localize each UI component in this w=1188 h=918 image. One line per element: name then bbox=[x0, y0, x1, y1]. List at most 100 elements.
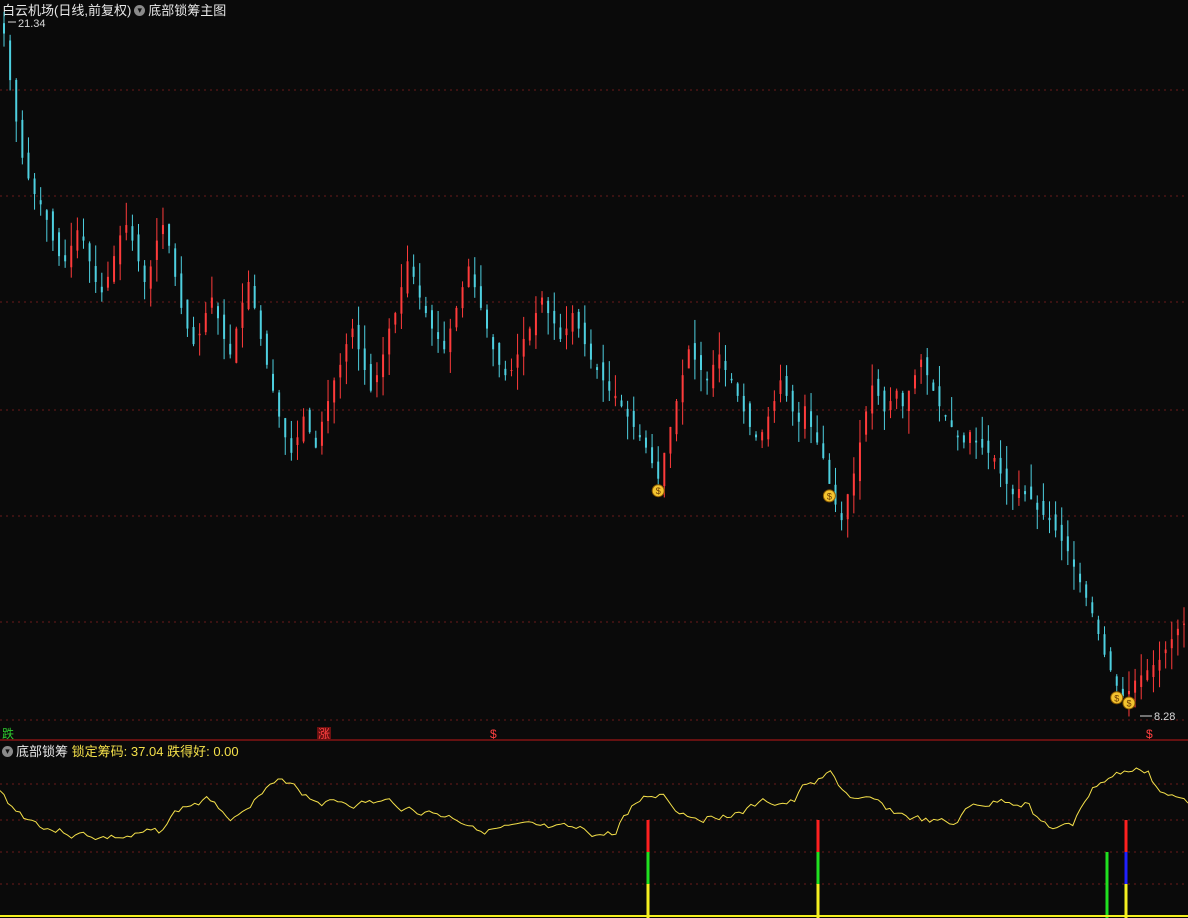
candle-body bbox=[296, 437, 299, 446]
signal-0: 跌 bbox=[2, 726, 14, 741]
candle-body bbox=[1017, 489, 1020, 498]
candle-body bbox=[21, 119, 24, 158]
candle-body bbox=[816, 432, 819, 443]
candle-body bbox=[284, 418, 287, 438]
candle-body bbox=[675, 401, 678, 435]
candle-body bbox=[1005, 468, 1008, 484]
candle-body bbox=[1140, 675, 1143, 687]
candle-body bbox=[1030, 486, 1033, 500]
candle-body bbox=[565, 328, 568, 336]
candle-body bbox=[822, 443, 825, 458]
money-bag-icon: $ bbox=[827, 491, 832, 501]
candle-body bbox=[461, 287, 464, 309]
candle-body bbox=[926, 357, 929, 376]
signal-bar bbox=[816, 852, 820, 884]
candle-body bbox=[1097, 619, 1100, 634]
candle-body bbox=[1170, 639, 1173, 649]
candle-body bbox=[39, 200, 42, 205]
signal-bar bbox=[816, 884, 820, 918]
candle-body bbox=[339, 364, 342, 378]
candle-body bbox=[443, 340, 446, 350]
candle-body bbox=[418, 285, 421, 298]
candle-body bbox=[791, 390, 794, 412]
candle-body bbox=[999, 457, 1002, 474]
candle-body bbox=[810, 411, 813, 427]
candle-body bbox=[1048, 517, 1051, 521]
candle-body bbox=[852, 473, 855, 496]
signal-bar bbox=[646, 852, 650, 884]
price-label-high: 21.34 bbox=[18, 18, 46, 30]
candle-body bbox=[1060, 524, 1063, 541]
candle-body bbox=[223, 314, 226, 339]
candle-body bbox=[944, 415, 947, 417]
candle-body bbox=[186, 299, 189, 329]
candle-body bbox=[290, 438, 293, 453]
candle-body bbox=[571, 313, 574, 332]
candle-body bbox=[583, 322, 586, 345]
candle-body bbox=[247, 282, 250, 310]
candle-body bbox=[846, 494, 849, 520]
candle-body bbox=[1103, 634, 1106, 655]
candle-body bbox=[962, 435, 965, 443]
candle-body bbox=[363, 348, 366, 370]
candle-body bbox=[871, 385, 874, 414]
candle-body bbox=[779, 380, 782, 394]
candle-body bbox=[981, 438, 984, 448]
candle-body bbox=[27, 152, 30, 179]
candle-body bbox=[174, 248, 177, 277]
candle-body bbox=[1091, 602, 1094, 614]
candle-body bbox=[510, 370, 513, 371]
candle-body bbox=[803, 406, 806, 429]
candle-body bbox=[155, 240, 158, 260]
candle-body bbox=[1036, 502, 1039, 510]
candle-body bbox=[742, 395, 745, 412]
signal-bar bbox=[646, 884, 650, 918]
candle-body bbox=[1158, 659, 1161, 671]
candle-body bbox=[516, 354, 519, 368]
money-bag-icon: $ bbox=[651, 484, 665, 498]
candles bbox=[3, 11, 1185, 717]
candle-body bbox=[51, 211, 54, 241]
candle-body bbox=[913, 375, 916, 389]
candle-body bbox=[192, 327, 195, 345]
candle-body bbox=[204, 313, 207, 333]
money-bag-icon: $ bbox=[1126, 698, 1131, 708]
candle-body bbox=[889, 401, 892, 411]
candle-body bbox=[1127, 690, 1130, 695]
candle-body bbox=[70, 245, 73, 268]
candle-body bbox=[1011, 488, 1014, 495]
candle-body bbox=[522, 338, 525, 357]
candle-body bbox=[382, 354, 385, 378]
candle-body bbox=[94, 266, 97, 282]
candle-body bbox=[901, 392, 904, 407]
money-bag-icon: $ bbox=[1110, 691, 1124, 705]
candle-body bbox=[394, 313, 397, 325]
candle-body bbox=[644, 437, 647, 448]
candle-body bbox=[1183, 623, 1185, 625]
candle-body bbox=[131, 226, 134, 241]
candle-body bbox=[687, 349, 690, 369]
candle-body bbox=[1146, 670, 1149, 680]
candle-body bbox=[357, 324, 360, 350]
candle-body bbox=[614, 395, 617, 399]
chart-canvas[interactable]: $ $ $ $ 21.34 8.28 跌 涨 $ $ bbox=[0, 0, 1188, 918]
candle-body bbox=[119, 235, 122, 265]
candle-body bbox=[865, 411, 868, 435]
candle-body bbox=[486, 309, 489, 329]
candle-body bbox=[907, 390, 910, 411]
candle-body bbox=[504, 368, 507, 376]
candle-body bbox=[712, 364, 715, 389]
money-bag-icon: $ bbox=[656, 486, 661, 496]
candle-body bbox=[785, 376, 788, 396]
signal-2: $ bbox=[490, 727, 497, 741]
candle-body bbox=[216, 306, 219, 319]
money-bag-icon: $ bbox=[1122, 696, 1136, 710]
candle-body bbox=[58, 232, 61, 257]
signal-bar bbox=[1124, 852, 1128, 884]
candle-body bbox=[559, 327, 562, 339]
candle-body bbox=[33, 178, 36, 194]
candle-body bbox=[272, 373, 275, 391]
candle-body bbox=[479, 286, 482, 308]
candle-body bbox=[577, 311, 580, 329]
markers: $ $ $ $ bbox=[651, 484, 1136, 710]
